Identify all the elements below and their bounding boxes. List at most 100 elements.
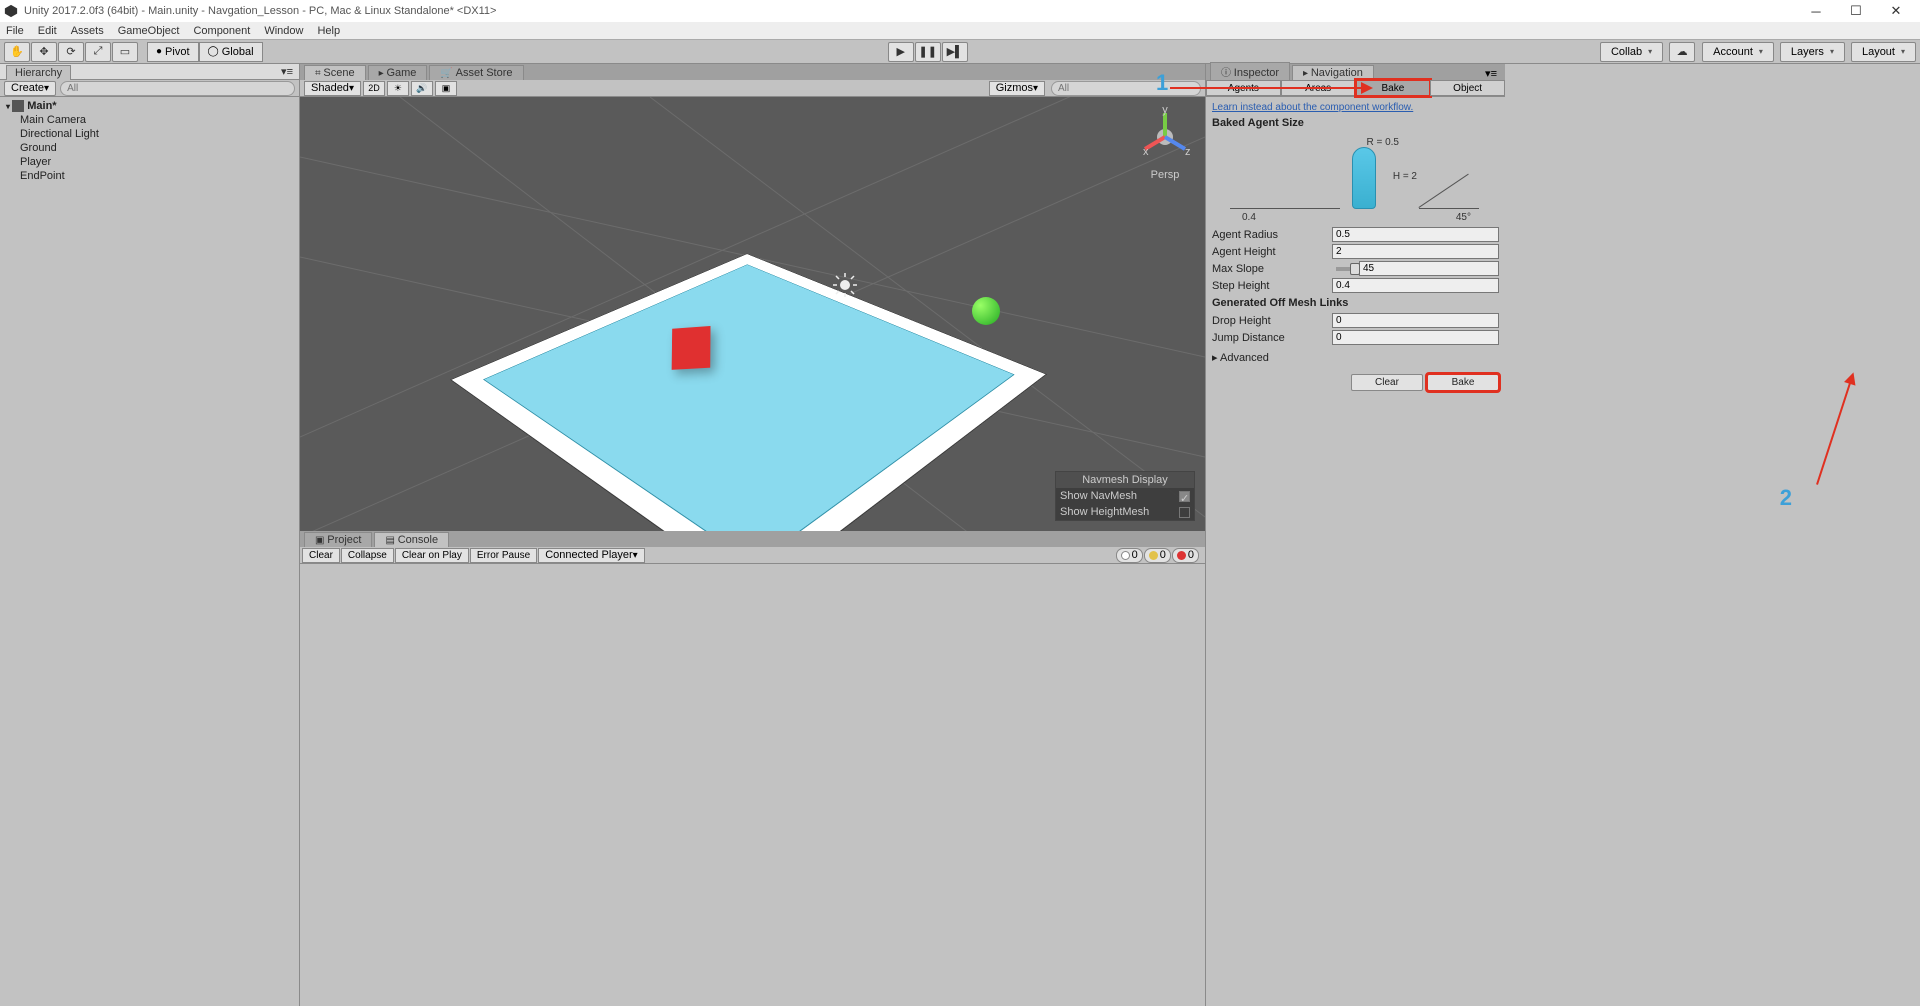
- layers-dropdown[interactable]: Layers: [1780, 42, 1845, 62]
- panel-menu-icon[interactable]: ▾≡: [1481, 67, 1501, 80]
- console-tab-strip: ▣ Project ▤ Console: [300, 531, 1205, 547]
- shading-mode-dropdown[interactable]: Shaded ▾: [304, 81, 361, 96]
- agent-height-input[interactable]: [1332, 244, 1499, 259]
- tab-project[interactable]: ▣ Project: [304, 532, 372, 547]
- agent-height-label: Agent Height: [1212, 246, 1332, 258]
- menu-component[interactable]: Component: [193, 25, 250, 37]
- drop-height-input[interactable]: [1332, 313, 1499, 328]
- account-dropdown[interactable]: Account: [1702, 42, 1774, 62]
- max-slope-slider[interactable]: [1336, 267, 1355, 271]
- nav-subtab-object[interactable]: Object: [1430, 80, 1505, 96]
- console-clear-on-play-toggle[interactable]: Clear on Play: [395, 548, 469, 563]
- hierarchy-create-dropdown[interactable]: Create ▾: [4, 81, 56, 96]
- menu-file[interactable]: File: [6, 25, 24, 37]
- hierarchy-item[interactable]: Main Camera: [0, 113, 299, 127]
- hierarchy-item[interactable]: Directional Light: [0, 127, 299, 141]
- minimize-button[interactable]: ─: [1796, 4, 1836, 19]
- console-collapse-toggle[interactable]: Collapse: [341, 548, 394, 563]
- hierarchy-search-input[interactable]: [60, 81, 295, 96]
- maximize-button[interactable]: ☐: [1836, 3, 1876, 19]
- step-height-input[interactable]: [1332, 278, 1499, 293]
- scene-orientation-gizmo[interactable]: yxz Persp: [1135, 107, 1195, 187]
- inspector-tab-strip: ⓘ Inspector ▸ Navigation ▾≡: [1206, 64, 1505, 80]
- svg-text:x: x: [1143, 146, 1149, 158]
- rect-tool[interactable]: ▭: [112, 42, 138, 62]
- show-heightmesh-checkbox[interactable]: [1179, 507, 1190, 518]
- close-button[interactable]: ✕: [1876, 3, 1916, 19]
- tab-inspector[interactable]: ⓘ Inspector: [1210, 62, 1290, 80]
- annotation-arrow-1: [1170, 87, 1365, 89]
- info-count-badge[interactable]: 0: [1116, 548, 1143, 563]
- global-toggle[interactable]: ◯ Global: [199, 42, 263, 62]
- rotate-tool[interactable]: ⟳: [58, 42, 84, 62]
- menu-assets[interactable]: Assets: [71, 25, 104, 37]
- hierarchy-tab[interactable]: Hierarchy: [6, 65, 71, 80]
- error-count-badge[interactable]: 0: [1172, 548, 1199, 563]
- directional-light-gizmo: [832, 272, 858, 298]
- player-cube-visual: [672, 326, 711, 370]
- gizmos-dropdown[interactable]: Gizmos ▾: [989, 81, 1045, 96]
- console-connected-player-dropdown[interactable]: Connected Player ▾: [538, 548, 644, 563]
- clear-navmesh-button[interactable]: Clear: [1351, 374, 1423, 391]
- audio-toggle[interactable]: 🔊: [411, 81, 433, 96]
- endpoint-sphere-visual: [972, 297, 1000, 325]
- layout-dropdown[interactable]: Layout: [1851, 42, 1916, 62]
- scene-view[interactable]: yxz Persp Navmesh Display Show NavMesh✓ …: [300, 97, 1205, 531]
- lighting-toggle[interactable]: ☀: [387, 81, 409, 96]
- 2d-toggle[interactable]: 2D: [363, 81, 385, 96]
- tab-game[interactable]: ▸ Game: [368, 65, 428, 80]
- advanced-foldout[interactable]: ▸ Advanced: [1212, 351, 1269, 364]
- warn-count-badge[interactable]: 0: [1144, 548, 1171, 563]
- menu-gameobject[interactable]: GameObject: [118, 25, 180, 37]
- hierarchy-item[interactable]: EndPoint: [0, 169, 299, 183]
- tab-asset-store[interactable]: 🛒 Asset Store: [429, 65, 523, 80]
- menu-help[interactable]: Help: [317, 25, 340, 37]
- agent-radius-label: Agent Radius: [1212, 229, 1332, 241]
- hierarchy-tab-strip: Hierarchy ▾≡: [0, 64, 299, 80]
- jump-distance-input[interactable]: [1332, 330, 1499, 345]
- hierarchy-item[interactable]: Ground: [0, 141, 299, 155]
- max-slope-input[interactable]: [1359, 261, 1499, 276]
- pivot-toggle[interactable]: ● Pivot: [147, 42, 199, 62]
- component-workflow-link[interactable]: Learn instead about the component workfl…: [1212, 102, 1413, 113]
- tab-console[interactable]: ▤ Console: [374, 532, 449, 547]
- viz-radius-label: R = 0.5: [1366, 137, 1399, 148]
- show-navmesh-checkbox[interactable]: ✓: [1179, 491, 1190, 502]
- tab-navigation[interactable]: ▸ Navigation: [1292, 65, 1374, 80]
- tab-scene[interactable]: ⌗ Scene: [304, 65, 366, 80]
- main-menu: File Edit Assets GameObject Component Wi…: [0, 22, 1920, 40]
- persp-label[interactable]: Persp: [1135, 169, 1195, 181]
- menu-window[interactable]: Window: [264, 25, 303, 37]
- console-clear-button[interactable]: Clear: [302, 548, 340, 563]
- agent-radius-input[interactable]: [1332, 227, 1499, 242]
- move-tool[interactable]: ✥: [31, 42, 57, 62]
- scene-root[interactable]: Main*: [0, 99, 299, 113]
- show-heightmesh-label: Show HeightMesh: [1060, 506, 1149, 518]
- baked-agent-size-header: Baked Agent Size: [1212, 117, 1499, 129]
- window-titlebar: Unity 2017.2.0f3 (64bit) - Main.unity - …: [0, 0, 1920, 22]
- viz-slope-label: 45°: [1456, 212, 1471, 223]
- scale-tool[interactable]: ⤢: [85, 42, 111, 62]
- navmesh-display-overlay: Navmesh Display Show NavMesh✓ Show Heigh…: [1055, 471, 1195, 521]
- step-button[interactable]: ▶▌: [942, 42, 968, 62]
- menu-edit[interactable]: Edit: [38, 25, 57, 37]
- bake-navmesh-button[interactable]: Bake: [1427, 374, 1499, 391]
- viz-step-label: 0.4: [1242, 212, 1256, 223]
- offmesh-links-header: Generated Off Mesh Links: [1212, 297, 1499, 309]
- collab-dropdown[interactable]: Collab: [1600, 42, 1663, 62]
- services-button[interactable]: ☁: [1669, 42, 1695, 62]
- unity-logo-icon: [4, 4, 18, 18]
- hand-tool[interactable]: ✋: [4, 42, 30, 62]
- panel-menu-icon[interactable]: ▾≡: [281, 65, 293, 78]
- jump-distance-label: Jump Distance: [1212, 332, 1332, 344]
- viz-height-label: H = 2: [1393, 171, 1417, 182]
- ground-plane-visual: [480, 177, 1030, 531]
- fx-toggle[interactable]: ▣: [435, 81, 457, 96]
- annotation-number-1: 1: [1156, 70, 1168, 96]
- main-toolbar: ✋ ✥ ⟳ ⤢ ▭ ● Pivot ◯ Global ▶ ❚❚ ▶▌ Colla…: [0, 40, 1920, 64]
- pause-button[interactable]: ❚❚: [915, 42, 941, 62]
- console-error-pause-toggle[interactable]: Error Pause: [470, 548, 537, 563]
- play-button[interactable]: ▶: [888, 42, 914, 62]
- hierarchy-item[interactable]: Player: [0, 155, 299, 169]
- hierarchy-list: Main* Main Camera Directional Light Grou…: [0, 97, 299, 1006]
